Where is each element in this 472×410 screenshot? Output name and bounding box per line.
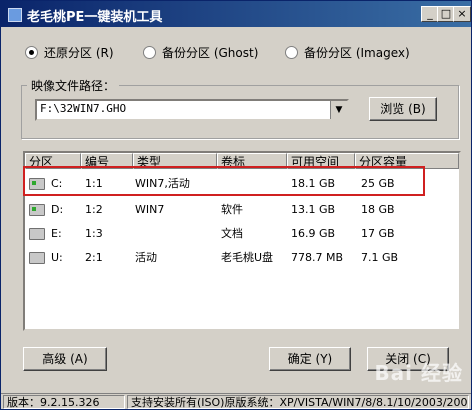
close-window-button[interactable]: ×: [453, 6, 471, 22]
table-row[interactable]: U: 2:1 活动 老毛桃U盘 778.7 MB 7.1 GB: [25, 247, 459, 269]
title-bar: 老毛桃PE一键装机工具 _ □ ×: [1, 1, 471, 27]
capacity-cell: 17 GB: [361, 227, 395, 240]
installer-window: 老毛桃PE一键装机工具 _ □ × 还原分区 (R) 备份分区 (Ghost) …: [0, 0, 472, 410]
app-icon: [8, 8, 22, 22]
image-path-label: 映像文件路径：: [27, 77, 120, 94]
partition-cell: U:: [51, 251, 63, 264]
browse-button[interactable]: 浏览 (B): [369, 97, 437, 121]
radio-backup-imagex[interactable]: 备份分区 (Imagex): [285, 44, 410, 60]
type-cell: WIN7: [135, 203, 165, 216]
status-bar: 版本：9.2.15.326 支持安装所有(ISO)原版系统：XP/VISTA/W…: [1, 393, 471, 409]
partition-cell: D:: [51, 203, 64, 216]
version-text: 版本：9.2.15.326: [3, 395, 125, 409]
support-text: 支持安装所有(ISO)原版系统：XP/VISTA/WIN7/8/8.1/10/2…: [127, 395, 469, 409]
number-cell: 1:2: [85, 203, 103, 216]
hard-disk-icon: [29, 204, 45, 216]
label-cell: 软件: [221, 203, 243, 216]
usb-drive-icon: [29, 252, 45, 264]
radio-backup-ghost-label: 备份分区 (Ghost): [162, 45, 259, 60]
chevron-down-icon[interactable]: ▼: [330, 101, 347, 119]
selection-highlight: [23, 166, 425, 196]
image-path-value: F:\32WIN7.GHO: [40, 102, 127, 115]
radio-restore-label: 还原分区 (R): [44, 45, 114, 60]
radio-dot-icon: [285, 45, 298, 59]
radio-dot-icon: [143, 45, 156, 59]
baidu-watermark: Bai 经验: [374, 361, 463, 385]
free-space-cell: 13.1 GB: [291, 203, 336, 216]
image-path-combo[interactable]: F:\32WIN7.GHO ▼: [35, 99, 349, 121]
radio-dot-icon: [25, 45, 38, 59]
radio-backup-ghost[interactable]: 备份分区 (Ghost): [143, 44, 258, 60]
number-cell: 1:3: [85, 227, 103, 240]
label-cell: 文档: [221, 227, 243, 240]
table-row[interactable]: E: 1:3 文档 16.9 GB 17 GB: [25, 223, 459, 245]
type-cell: 活动: [135, 251, 157, 264]
free-space-cell: 778.7 MB: [291, 251, 344, 264]
number-cell: 2:1: [85, 251, 103, 264]
window-title: 老毛桃PE一键装机工具: [27, 10, 163, 25]
advanced-button[interactable]: 高级 (A): [23, 347, 107, 371]
radio-restore[interactable]: 还原分区 (R): [25, 44, 114, 60]
label-cell: 老毛桃U盘: [221, 251, 274, 264]
table-row[interactable]: D: 1:2 WIN7 软件 13.1 GB 18 GB: [25, 199, 459, 221]
hard-disk-icon: [29, 228, 45, 240]
ok-button[interactable]: 确定 (Y): [269, 347, 351, 371]
free-space-cell: 16.9 GB: [291, 227, 336, 240]
capacity-cell: 7.1 GB: [361, 251, 399, 264]
partition-cell: E:: [51, 227, 62, 240]
capacity-cell: 18 GB: [361, 203, 395, 216]
radio-backup-imagex-label: 备份分区 (Imagex): [304, 45, 410, 60]
